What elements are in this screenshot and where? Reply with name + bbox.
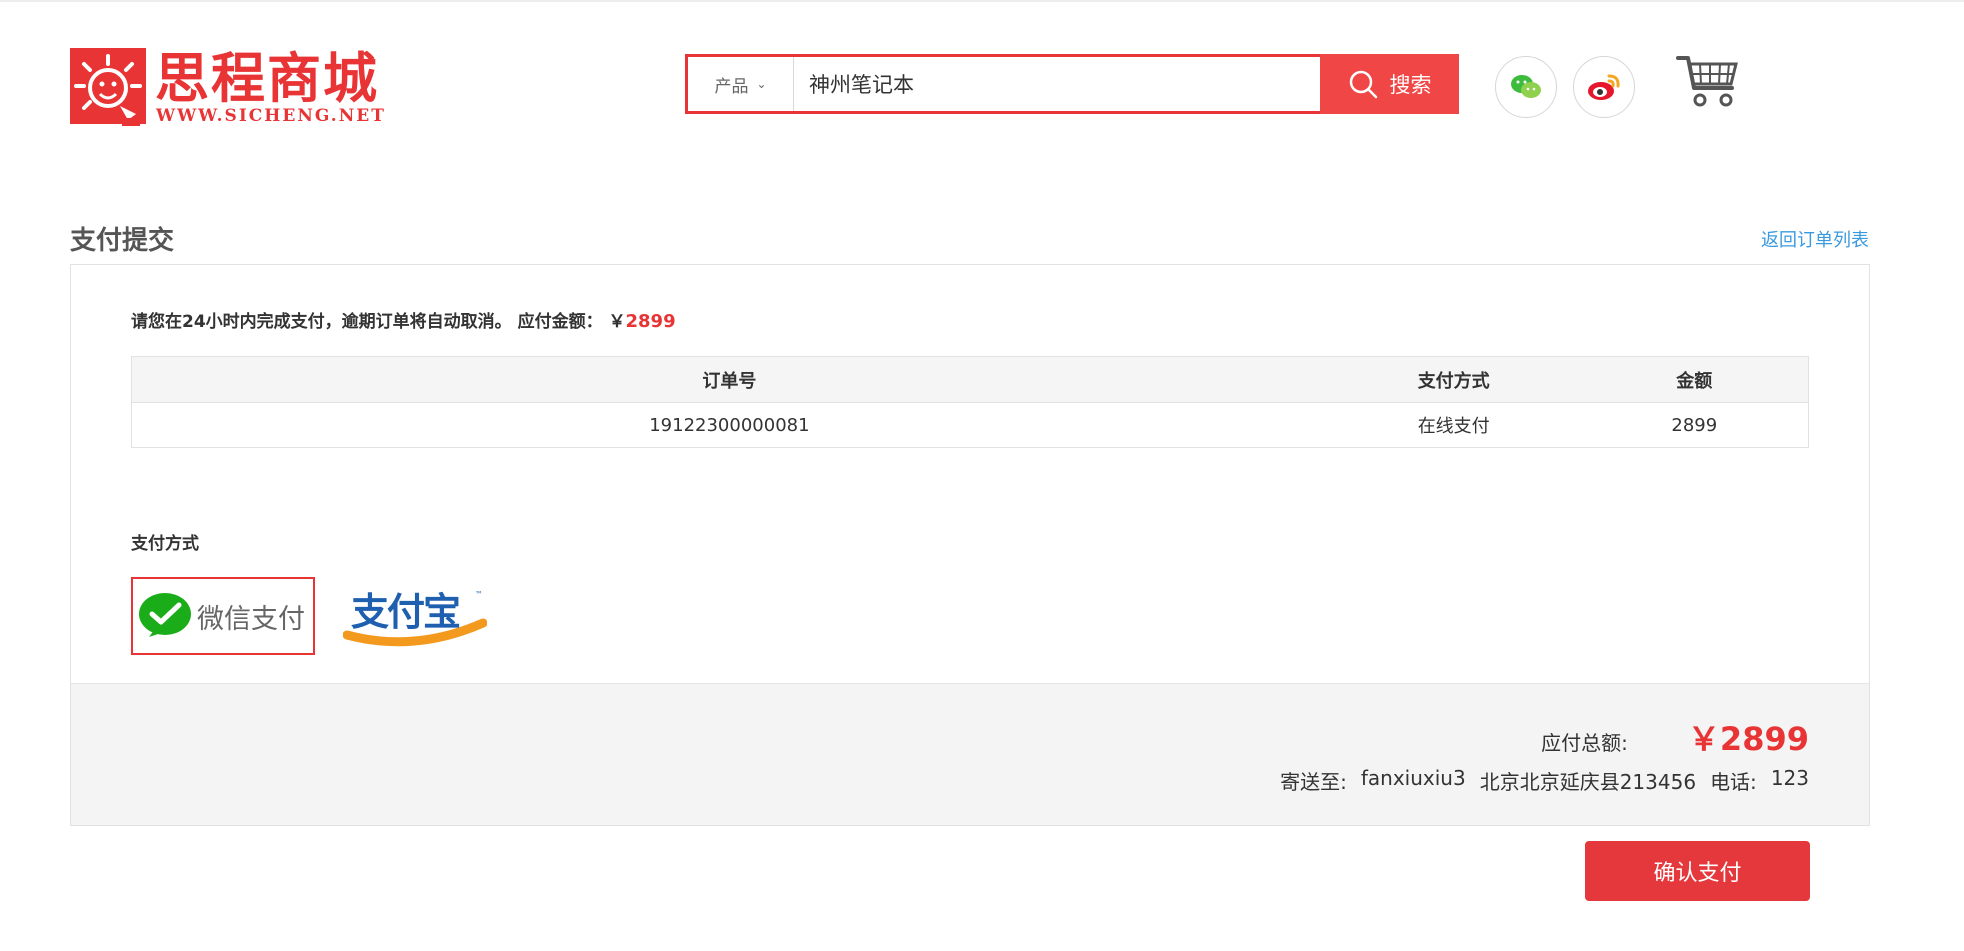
header-amount: 金额 [1580, 356, 1809, 403]
weibo-icon [1588, 74, 1620, 100]
total-label: 应付总额: [1541, 731, 1628, 755]
notice-amount: 2899 [625, 311, 676, 332]
search-button[interactable]: 搜索 [1320, 54, 1459, 114]
chevron-down-icon: ⌄ [756, 77, 767, 91]
table-row: 19122300000081 在线支付 2899 [132, 403, 1809, 448]
header-method: 支付方式 [1326, 356, 1581, 403]
cell-order-no: 19122300000081 [649, 414, 810, 436]
order-table: 订单号 支付方式 金额 19122300000081 在线支付 2899 [131, 356, 1809, 448]
sun-logo-icon [70, 48, 146, 126]
search-input[interactable] [795, 57, 1305, 111]
cell-method: 在线支付 [1417, 416, 1490, 437]
ship-name: fanxiuxiu3 [1360, 766, 1466, 790]
cell-amount: 2899 [1671, 414, 1718, 436]
phone-value: 123 [1770, 766, 1809, 790]
ship-label: 寄送至: [1280, 770, 1347, 794]
payment-panel: 请您在24小时内完成支付，逾期订单将自动取消。 应付金额： ￥2899 订单号 … [70, 264, 1870, 826]
top-divider [0, 0, 1964, 2]
phone-label: 电话: [1710, 770, 1757, 794]
logo-domain: WWW.SICHENG.NET [156, 106, 386, 126]
wechat-pay-option[interactable]: 微信支付 [131, 577, 315, 655]
shopping-cart-icon[interactable] [1676, 54, 1740, 110]
total-value: ￥2899 [1687, 720, 1809, 758]
site-logo[interactable]: 思程商城 WWW.SICHENG.NET [70, 47, 384, 134]
search-button-label: 搜索 [1389, 73, 1432, 97]
payment-method-label: 支付方式 [131, 534, 199, 554]
trademark-mark: ™ [475, 590, 483, 599]
total-row: 应付总额: ￥2899 [1541, 714, 1809, 760]
wechat-pay-icon [139, 593, 191, 637]
alipay-option[interactable]: 支付宝 ™ [343, 583, 487, 649]
wechat-icon [1511, 75, 1541, 98]
search-bar: 产品 ⌄ 搜索 [685, 54, 1459, 114]
back-to-orders-link[interactable]: 返回订单列表 [1761, 226, 1869, 252]
wechat-pay-label: 微信支付 [197, 603, 305, 635]
confirm-payment-button[interactable]: 确认支付 [1585, 841, 1810, 901]
shipping-address: 寄送至: fanxiuxiu3 北京北京延庆县213456 电话: 123 [1280, 766, 1809, 795]
payment-notice: 请您在24小时内完成支付，逾期订单将自动取消。 应付金额： ￥2899 [131, 307, 676, 332]
search-category-label: 产品 [714, 76, 749, 97]
ship-address: 北京北京延庆县213456 [1479, 770, 1697, 794]
alipay-label: 支付宝 [351, 590, 460, 634]
page-title: 支付提交 [70, 226, 175, 256]
order-summary: 应付总额: ￥2899 寄送至: fanxiuxiu3 北京北京延庆县21345… [71, 683, 1869, 825]
notice-text: 请您在24小时内完成支付，逾期订单将自动取消。 应付金额： [131, 312, 603, 332]
search-icon [1349, 70, 1377, 99]
search-category-select[interactable]: 产品 ⌄ [688, 57, 794, 111]
header-order-no: 订单号 [131, 356, 1327, 403]
wechat-button[interactable] [1495, 56, 1557, 118]
weibo-button[interactable] [1573, 56, 1635, 118]
logo-title: 思程商城 [155, 47, 379, 110]
table-header-row: 订单号 支付方式 金额 [131, 356, 1809, 403]
notice-currency: ￥ [608, 312, 626, 332]
